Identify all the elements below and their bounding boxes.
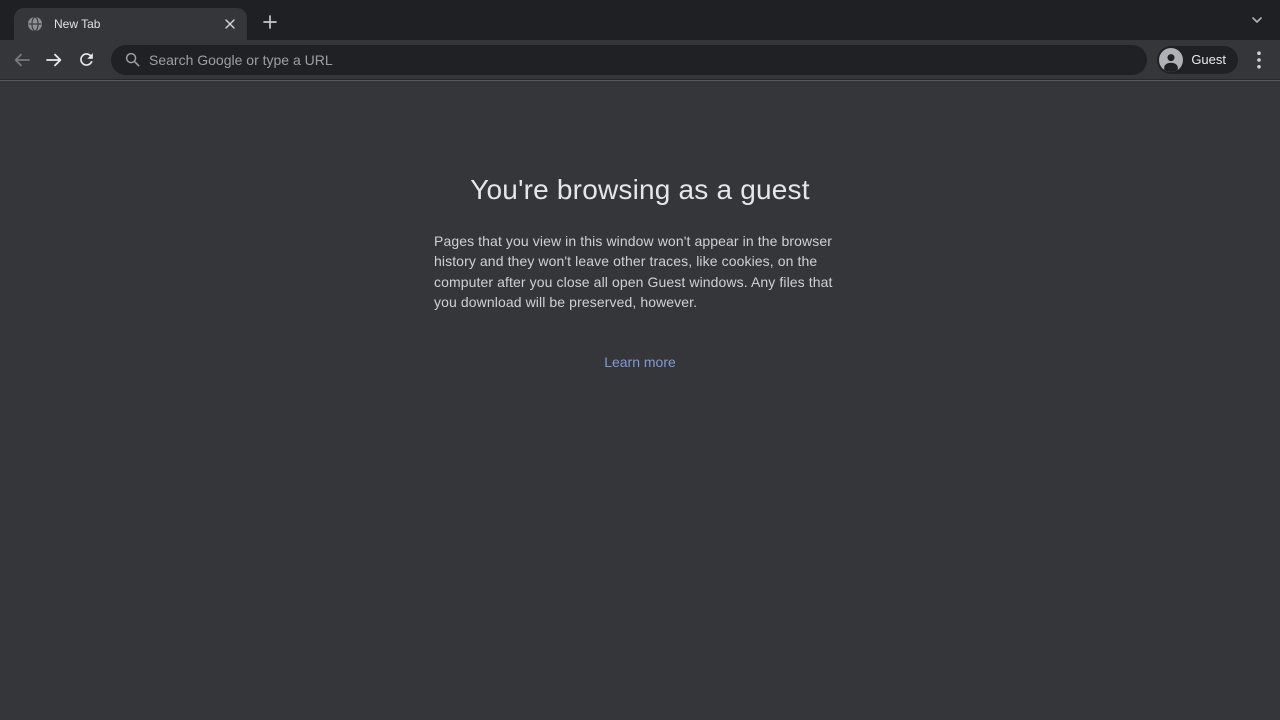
guest-description: Pages that you view in this window won't…: [434, 231, 846, 313]
reload-button[interactable]: [71, 45, 101, 75]
back-button[interactable]: [7, 45, 37, 75]
browser-toolbar: Guest: [0, 40, 1280, 80]
guest-profile-button[interactable]: Guest: [1157, 46, 1238, 74]
kebab-menu-icon: [1257, 51, 1261, 69]
guest-profile-label: Guest: [1191, 52, 1226, 67]
tab-strip: New Tab: [0, 0, 1280, 40]
close-icon[interactable]: [221, 15, 239, 33]
omnibox-input[interactable]: [149, 52, 1133, 68]
tab-new-tab[interactable]: New Tab: [14, 8, 247, 40]
guest-ntp-page: You're browsing as a guest Pages that yo…: [0, 81, 1280, 719]
tab-search-button[interactable]: [1244, 7, 1270, 33]
new-tab-button[interactable]: [256, 8, 284, 36]
globe-icon: [27, 16, 43, 32]
forward-arrow-icon: [44, 50, 64, 70]
plus-icon: [263, 15, 277, 29]
search-icon: [125, 52, 140, 67]
browser-menu-button[interactable]: [1244, 45, 1274, 75]
forward-button[interactable]: [39, 45, 69, 75]
chevron-down-icon: [1250, 13, 1264, 27]
page-title: You're browsing as a guest: [434, 174, 846, 206]
guest-content: You're browsing as a guest Pages that yo…: [434, 81, 846, 719]
omnibox[interactable]: [111, 45, 1147, 75]
back-arrow-icon: [12, 50, 32, 70]
reload-icon: [77, 50, 96, 69]
tab-title: New Tab: [54, 17, 221, 31]
learn-more-link[interactable]: Learn more: [604, 354, 676, 370]
person-icon: [1159, 48, 1183, 72]
